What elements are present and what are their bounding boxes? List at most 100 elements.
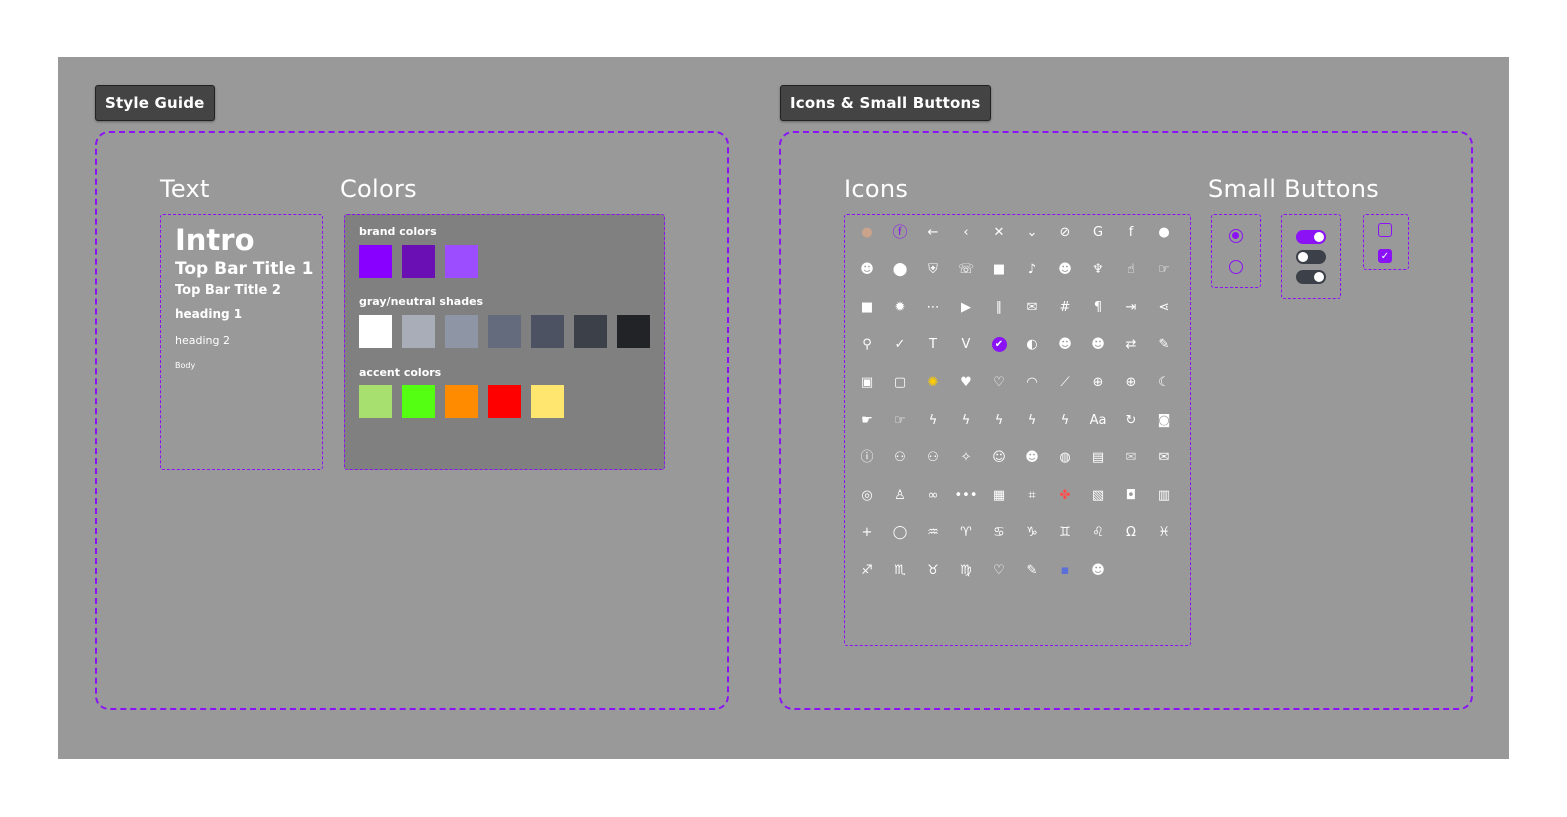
link-icon[interactable]: ∞	[921, 483, 945, 507]
check-icon[interactable]: ✓	[888, 333, 912, 357]
gray-swatch-7[interactable]	[617, 315, 650, 348]
hand-outline-icon[interactable]: ☞	[888, 408, 912, 432]
logout-icon[interactable]: ⇥	[1119, 295, 1143, 319]
accent-swatch-5[interactable]	[531, 385, 564, 418]
taurus-icon[interactable]: ♉	[921, 558, 945, 582]
gray-swatch-4[interactable]	[488, 315, 521, 348]
user-alt-icon[interactable]: ☻	[1086, 333, 1110, 357]
search-icon[interactable]: ⚲	[855, 333, 879, 357]
arrow-left-icon[interactable]: ←	[921, 220, 945, 244]
hand-point-icon[interactable]: ☛	[855, 408, 879, 432]
text-v-icon[interactable]: V	[954, 333, 978, 357]
close-icon[interactable]: ✕	[987, 220, 1011, 244]
mail-open-icon[interactable]: ✉	[1152, 446, 1176, 470]
microphone-icon[interactable]: ♆	[1086, 258, 1110, 282]
trash-icon[interactable]: ▥	[1152, 483, 1176, 507]
lock-icon[interactable]: ■	[987, 258, 1011, 282]
pencil-icon[interactable]: ✎	[1152, 333, 1176, 357]
accent-swatch-4[interactable]	[488, 385, 521, 418]
moon-icon[interactable]: ☾	[1152, 370, 1176, 394]
square-frame-icon[interactable]: ▣	[855, 370, 879, 394]
ellipsis-icon[interactable]: ⋯	[921, 295, 945, 319]
gemini-icon[interactable]: ♊	[1053, 521, 1077, 545]
gray-swatch-1[interactable]	[359, 315, 392, 348]
chevron-down-icon[interactable]: ⌄	[1020, 220, 1044, 244]
virgo-icon[interactable]: ♍	[954, 558, 978, 582]
apple-icon[interactable]: ●	[1152, 220, 1176, 244]
gray-swatch-6[interactable]	[574, 315, 607, 348]
cancer-icon[interactable]: ♋	[987, 521, 1011, 545]
accent-swatch-1[interactable]	[359, 385, 392, 418]
tablet-icon[interactable]: ▢	[888, 370, 912, 394]
location-pin-icon[interactable]: ⬤	[888, 258, 912, 282]
settings-icon[interactable]: ✹	[888, 295, 912, 319]
camera-icon[interactable]: ◙	[1152, 408, 1176, 432]
lightning-outline-icon[interactable]: ϟ	[1020, 408, 1044, 432]
facebook-icon[interactable]: f	[1119, 220, 1143, 244]
thumbs-up-outline-icon[interactable]: ☞	[1152, 258, 1176, 282]
earth-icon[interactable]: ◍	[1053, 446, 1077, 470]
grin-icon[interactable]: ☻	[1086, 558, 1110, 582]
capricorn-icon[interactable]: ♑	[1020, 521, 1044, 545]
brand-swatch-1[interactable]	[359, 245, 392, 278]
mail-icon[interactable]: ✉	[1020, 295, 1044, 319]
contrast-icon[interactable]: ◐	[1020, 333, 1044, 357]
speech-bubble-icon[interactable]: ◯	[888, 521, 912, 545]
google-photos-icon[interactable]: ✤	[1053, 483, 1077, 507]
users-icon[interactable]: ☻	[855, 258, 879, 282]
pause-icon[interactable]: ∥	[987, 295, 1011, 319]
heart-line-icon[interactable]: ♡	[987, 558, 1011, 582]
snapchat-icon[interactable]: ♙	[888, 483, 912, 507]
robot-icon[interactable]: ▪	[1053, 558, 1077, 582]
check-circle-icon[interactable]: ✔	[987, 333, 1011, 357]
play-icon[interactable]: ▶	[954, 295, 978, 319]
text-t-icon[interactable]: T	[921, 333, 945, 357]
repeat-icon[interactable]: ⇄	[1119, 333, 1143, 357]
user-round-icon[interactable]: ☻	[1053, 333, 1077, 357]
image-icon[interactable]: ▦	[987, 483, 1011, 507]
icons-buttons-label[interactable]: Icons & Small Buttons	[780, 85, 991, 121]
refresh-icon[interactable]: ↻	[1119, 408, 1143, 432]
toggle-off-alt[interactable]	[1296, 270, 1326, 284]
lightning-spark-icon[interactable]: ϟ	[921, 408, 945, 432]
book-icon[interactable]: ▤	[1086, 446, 1110, 470]
checkbox-unchecked[interactable]	[1378, 223, 1392, 237]
bell-icon[interactable]: ♪	[1020, 258, 1044, 282]
accent-swatch-3[interactable]	[445, 385, 478, 418]
toggle-on[interactable]	[1296, 230, 1326, 244]
smiley-outline-icon[interactable]: ☺	[987, 446, 1011, 470]
lightning-dot-icon[interactable]: ϟ	[987, 408, 1011, 432]
leo-icon[interactable]: ♌	[1086, 521, 1110, 545]
scorpio-icon[interactable]: ♏	[888, 558, 912, 582]
user-icon[interactable]: ☻	[1053, 258, 1077, 282]
toggle-off[interactable]	[1296, 250, 1326, 264]
horoscope-icon[interactable]: ✧	[954, 446, 978, 470]
google-icon[interactable]: G	[1086, 220, 1110, 244]
share-icon[interactable]: ⋖	[1152, 295, 1176, 319]
chat-bubble-icon[interactable]: ■	[855, 295, 879, 319]
lightning-notify-icon[interactable]: ϟ	[1053, 408, 1077, 432]
heart-outline-icon[interactable]: ♡	[987, 370, 1011, 394]
globe-icon[interactable]: ⊕	[1086, 370, 1110, 394]
color-wheel-icon[interactable]: ✺	[921, 370, 945, 394]
aries-icon[interactable]: ♈	[954, 521, 978, 545]
pisces-icon[interactable]: ♓	[1152, 521, 1176, 545]
phone-icon[interactable]: ☏	[954, 258, 978, 282]
accent-swatch-2[interactable]	[402, 385, 435, 418]
gray-swatch-5[interactable]	[531, 315, 564, 348]
aquarius-icon[interactable]: ♒	[921, 521, 945, 545]
group-icon[interactable]: ⚇	[921, 446, 945, 470]
chevron-left-icon[interactable]: ‹	[954, 220, 978, 244]
heart-filled-icon[interactable]: ♥	[954, 370, 978, 394]
gray-swatch-3[interactable]	[445, 315, 478, 348]
style-guide-label[interactable]: Style Guide	[95, 85, 215, 121]
thumbs-up-filled-icon[interactable]: ☝	[1119, 258, 1143, 282]
avatar-icon[interactable]: ●	[855, 220, 879, 244]
edit-square-icon[interactable]: ✎	[1020, 558, 1044, 582]
eye-arc-icon[interactable]: ◠	[1020, 370, 1044, 394]
mail-notify-icon[interactable]: ✉	[1119, 446, 1143, 470]
libra-icon[interactable]: Ω	[1119, 521, 1143, 545]
brand-swatch-3[interactable]	[445, 245, 478, 278]
brand-swatch-2[interactable]	[402, 245, 435, 278]
facebook-circle-icon[interactable]: ⓕ	[888, 220, 912, 244]
